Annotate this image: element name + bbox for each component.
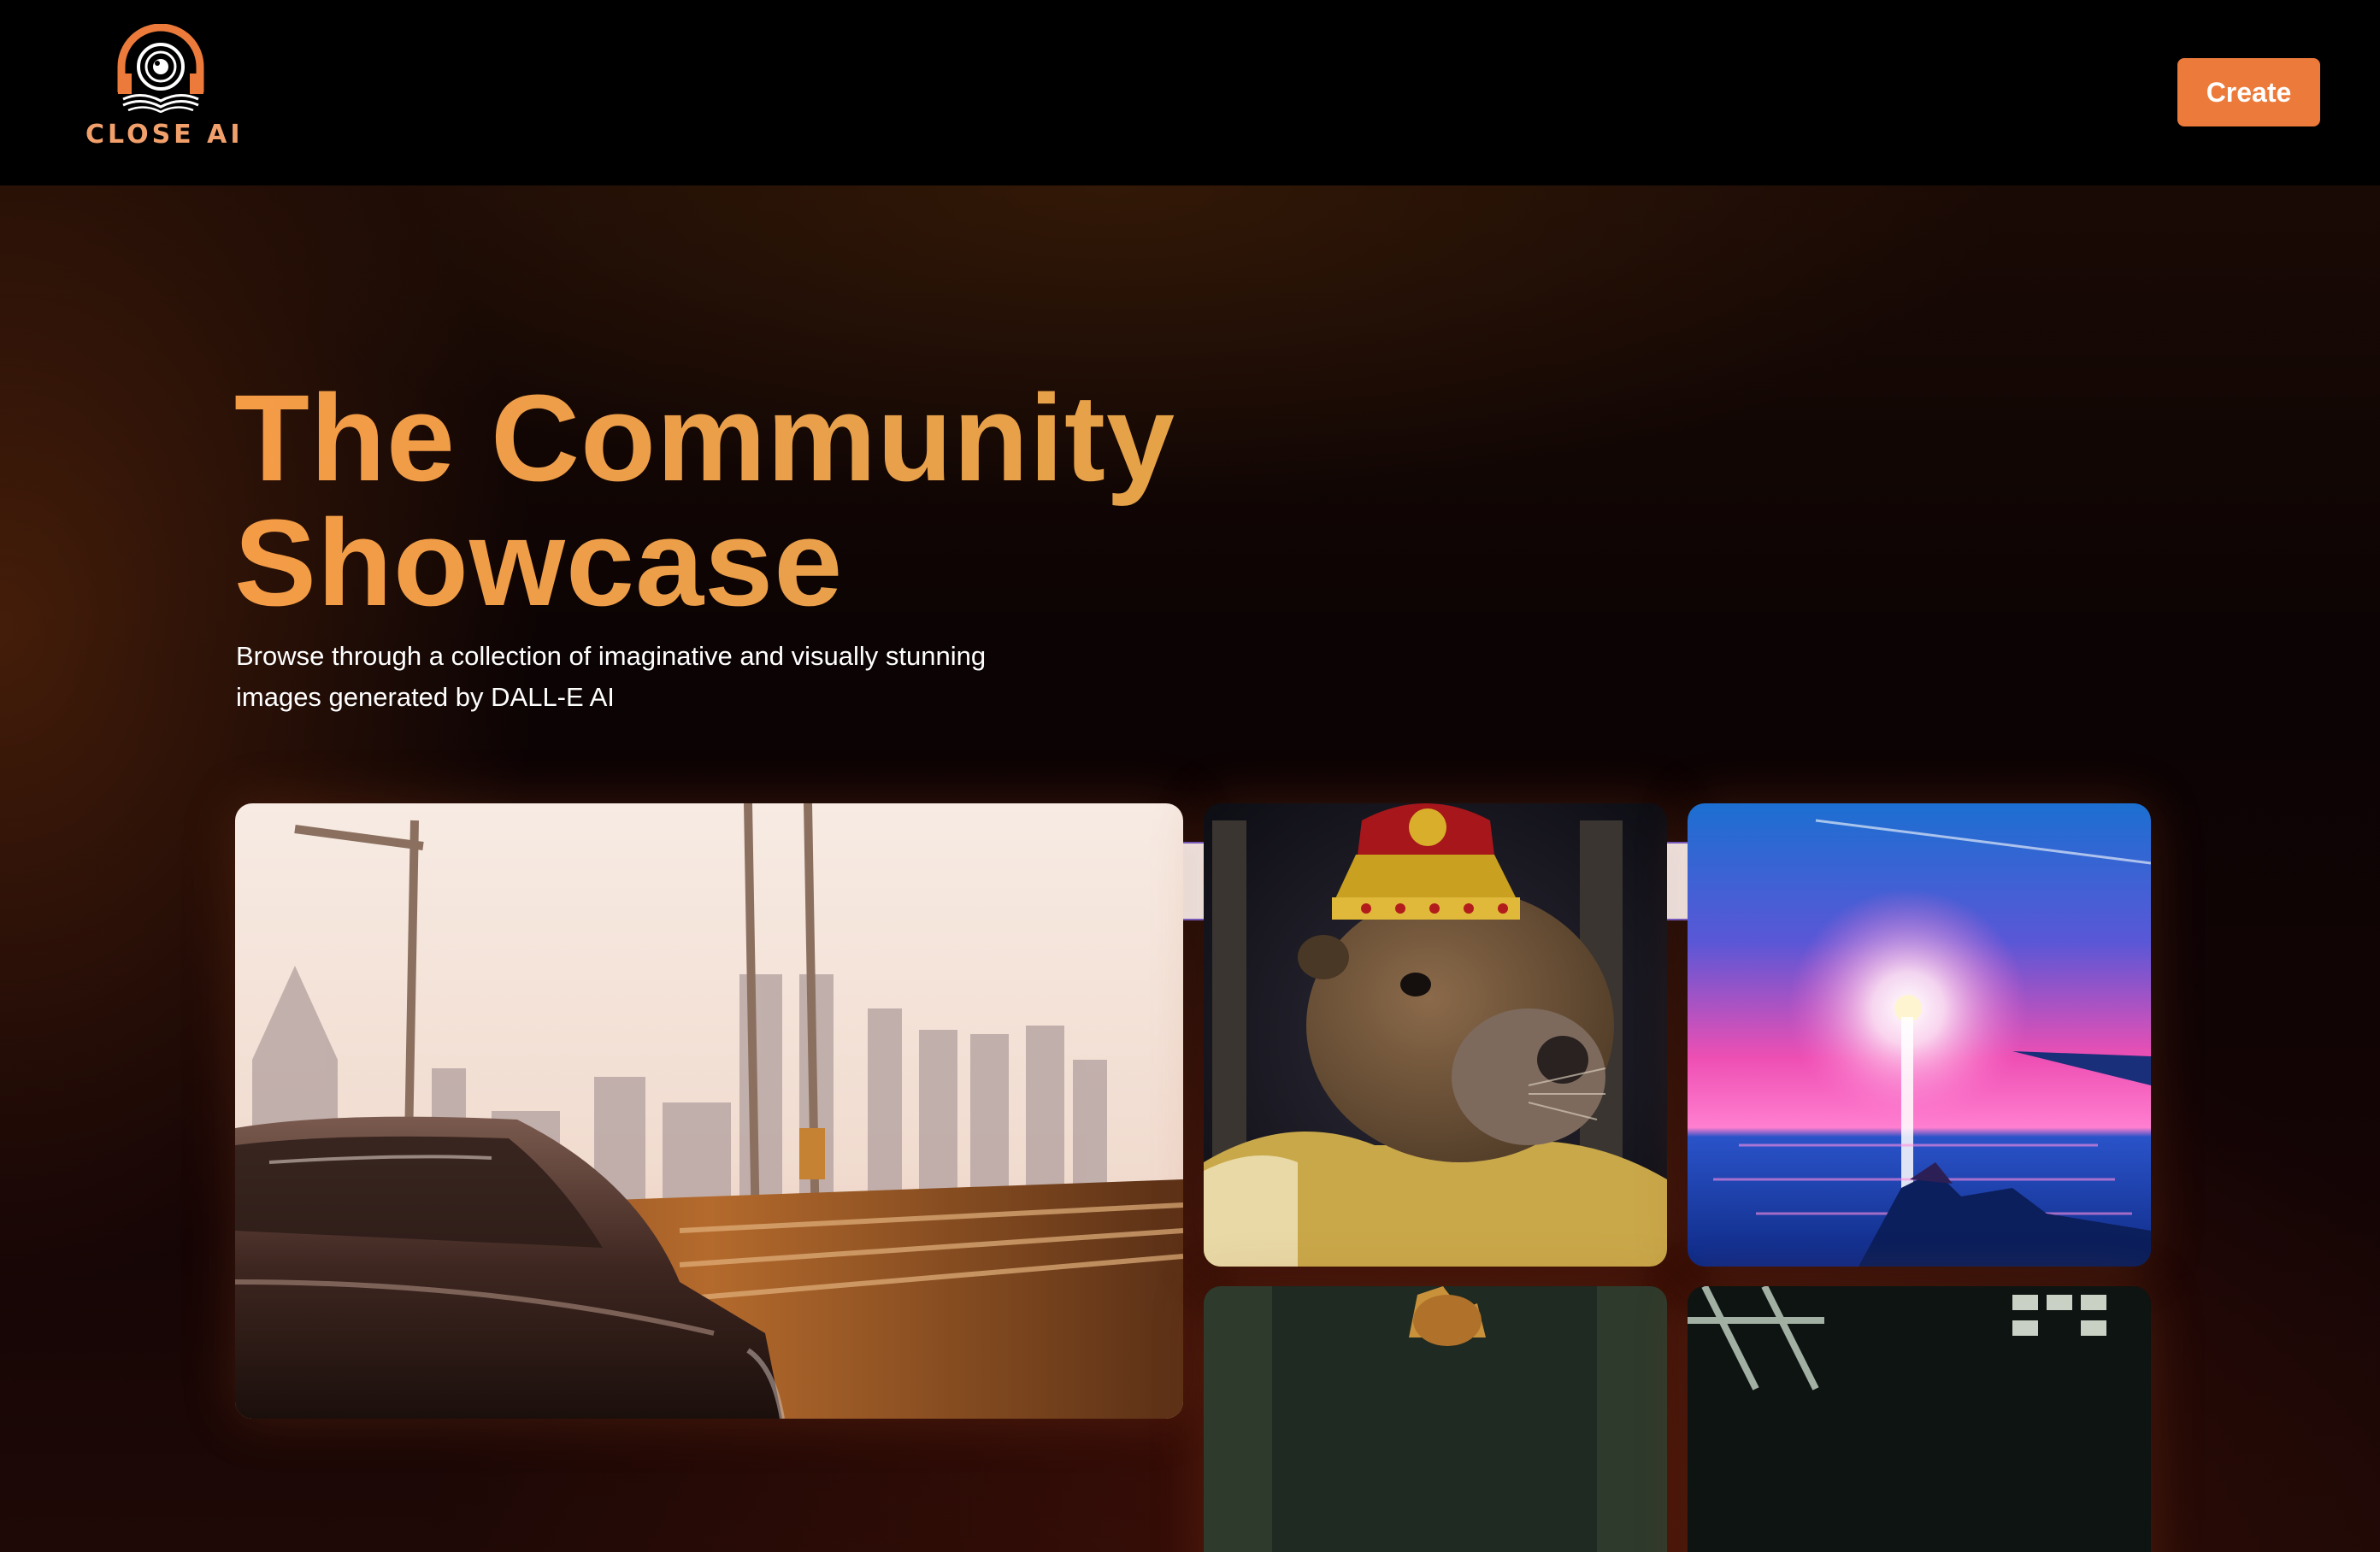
page-title-line-2: Showcase xyxy=(234,494,844,632)
page-subtitle: Browse through a collection of imaginati… xyxy=(236,636,1091,718)
gallery-image-sunset[interactable] xyxy=(1688,803,2151,1267)
gallery-image-car[interactable] xyxy=(235,803,1183,1419)
main-content: The Community Showcase Browse through a … xyxy=(0,185,2380,1552)
crown-image xyxy=(1204,1286,1667,1552)
gallery-image-crown[interactable] xyxy=(1204,1286,1667,1552)
page-title-line-1: The Community xyxy=(234,369,1176,507)
logo-text: CLOSE AI xyxy=(85,120,244,150)
city-image xyxy=(1688,1286,2151,1552)
gallery-image-capybara[interactable] xyxy=(1204,803,1667,1267)
logo[interactable]: CLOSE AI xyxy=(85,24,244,152)
top-nav: CLOSE AI Create xyxy=(0,0,2380,185)
sunset-image xyxy=(1688,803,2151,1267)
capybara-image xyxy=(1204,803,1667,1267)
page-title: The Community Showcase xyxy=(234,376,1602,626)
car-image xyxy=(235,803,1183,1419)
page-subtitle-line-1: Browse through a collection of imaginati… xyxy=(236,641,987,671)
gallery-image-city[interactable] xyxy=(1688,1286,2151,1552)
eye-book-icon xyxy=(117,24,204,113)
create-button[interactable]: Create xyxy=(2177,58,2320,126)
page-subtitle-line-2: images generated by DALL-E AI xyxy=(236,682,615,712)
